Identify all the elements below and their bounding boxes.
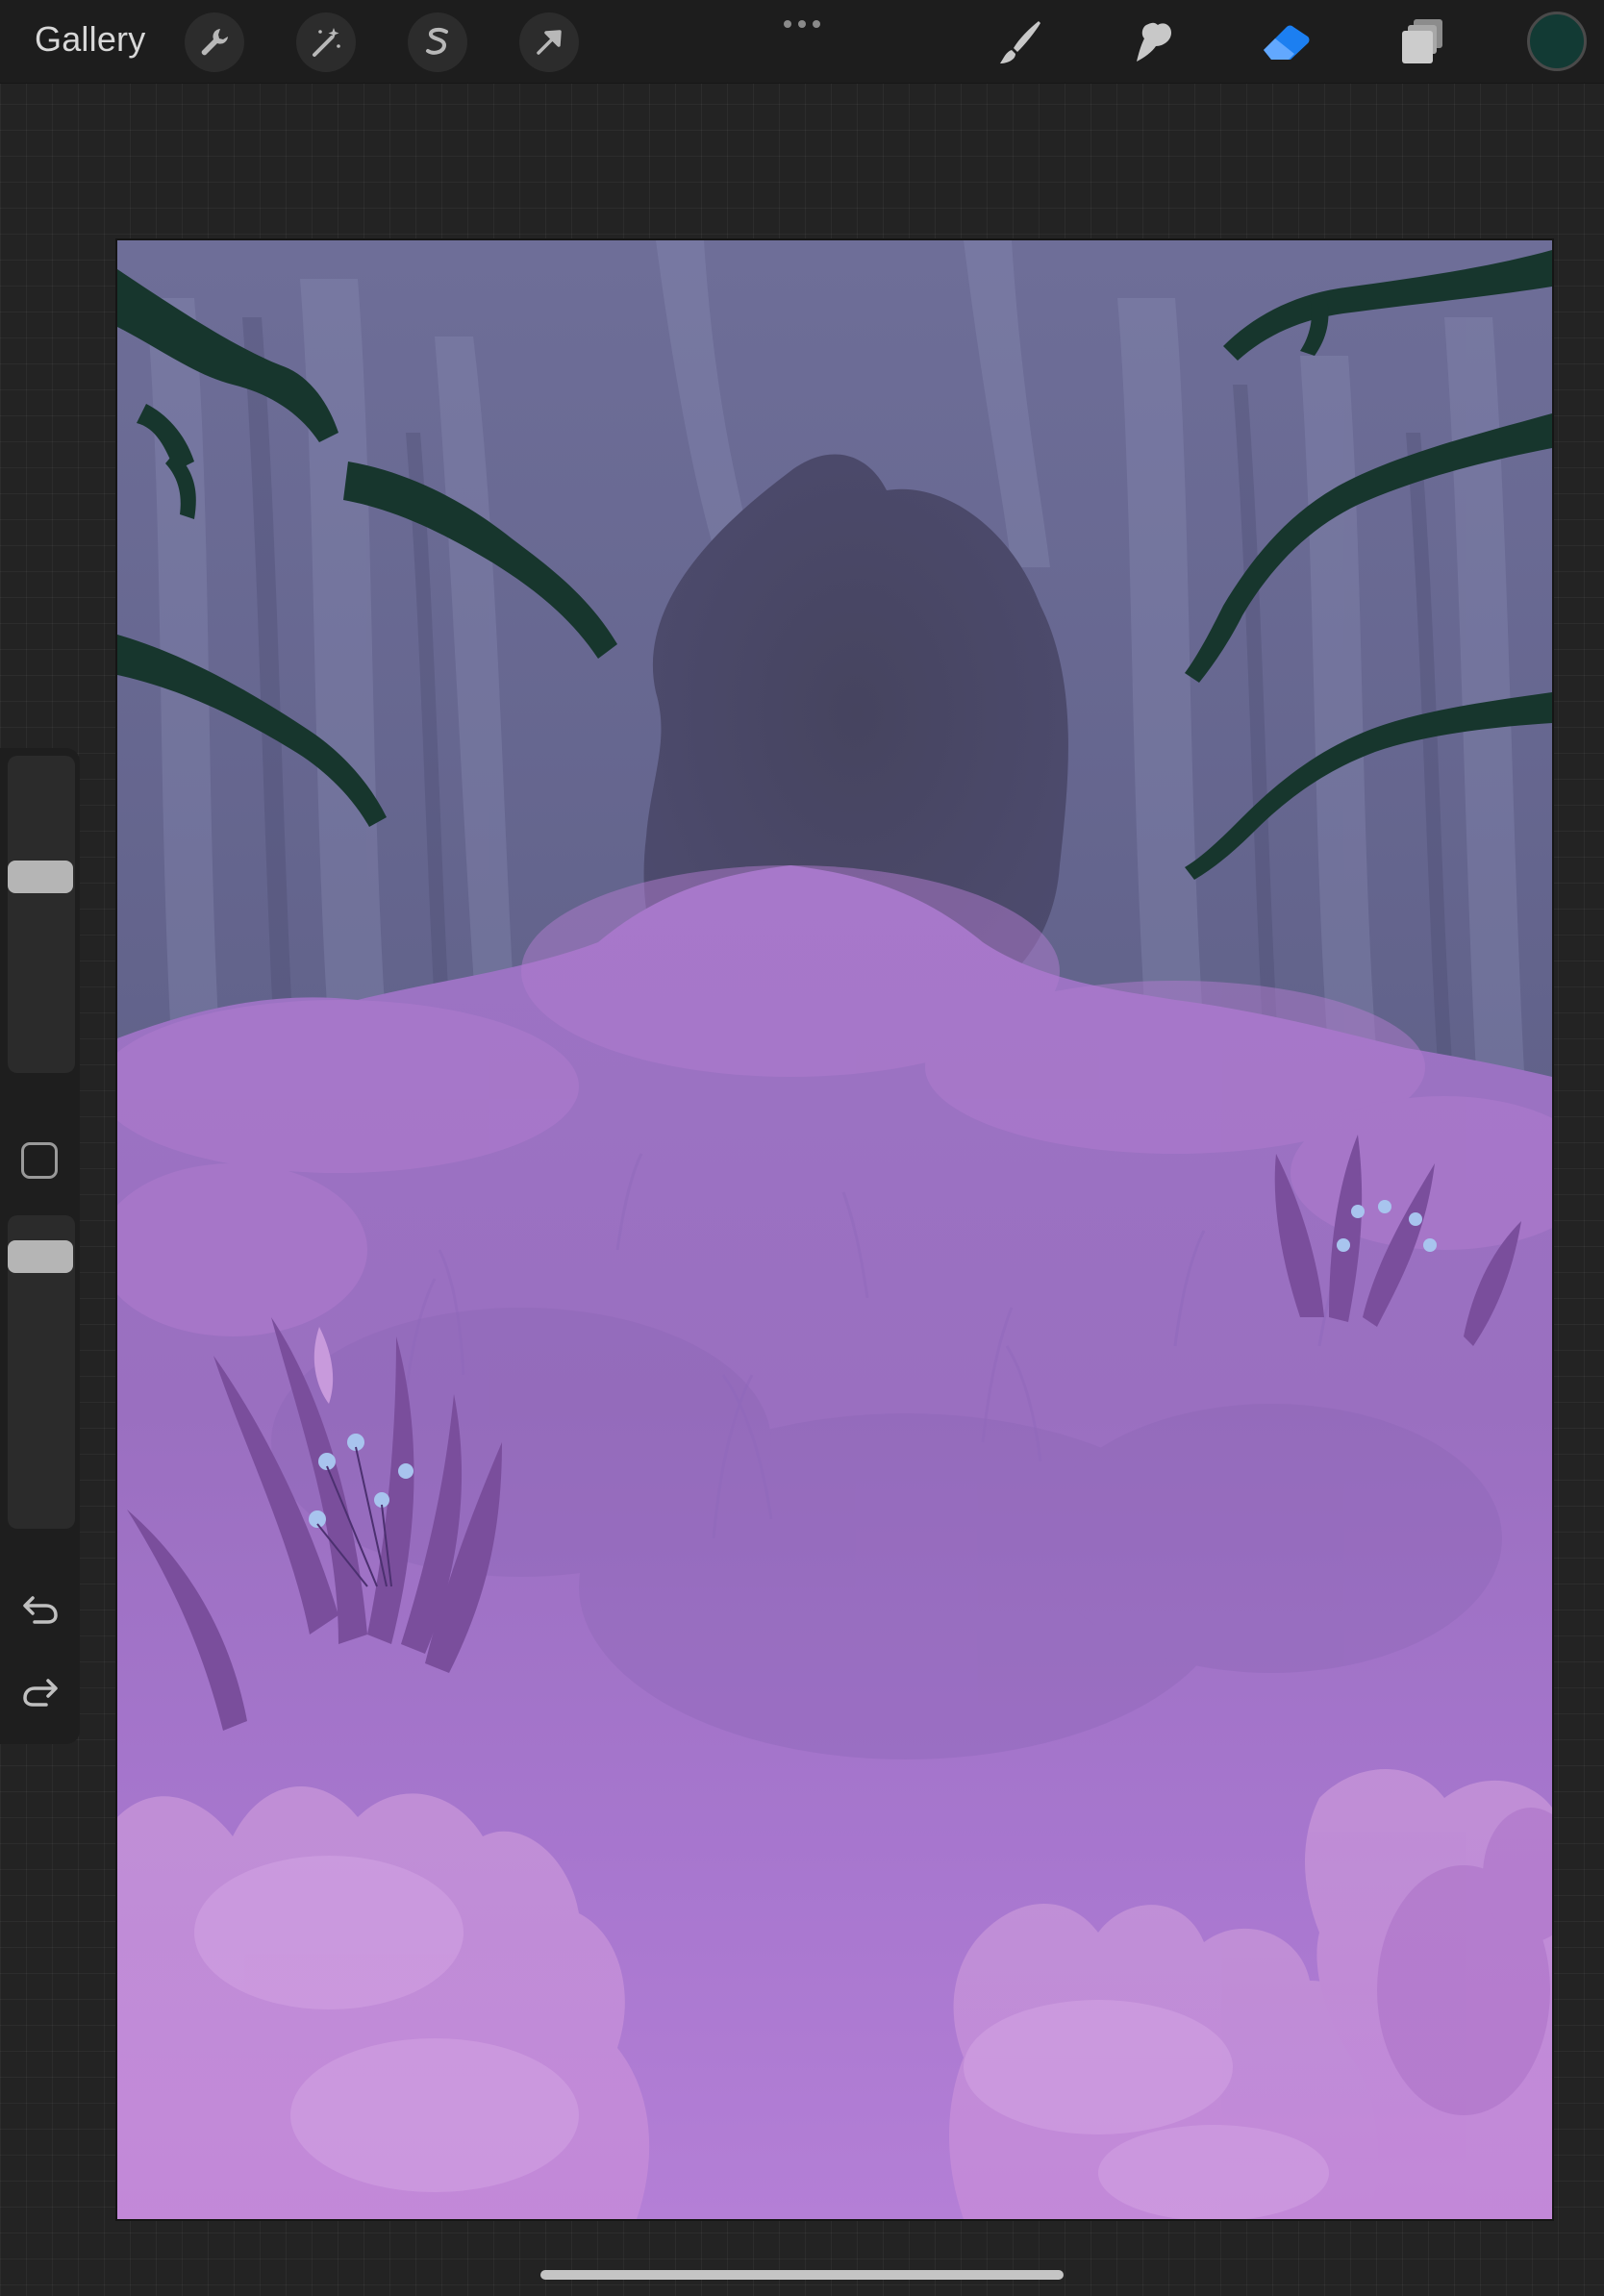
actions-button[interactable]: [185, 12, 244, 72]
paint-tool-button[interactable]: [989, 12, 1050, 72]
layers-icon: [1402, 19, 1442, 63]
gallery-button[interactable]: Gallery: [35, 19, 145, 60]
brush-size-slider[interactable]: [8, 756, 75, 1073]
transform-button[interactable]: [519, 12, 579, 72]
redo-icon[interactable]: [21, 1673, 60, 1708]
undo-icon[interactable]: [21, 1590, 60, 1625]
modify-button[interactable]: [21, 1142, 58, 1179]
color-picker-button[interactable]: [1527, 12, 1587, 71]
magic-wand-icon: [313, 28, 340, 57]
smudge-tool-button[interactable]: [1123, 12, 1185, 72]
ellipsis-icon[interactable]: [783, 18, 821, 30]
left-sidebar: [0, 748, 80, 1744]
move-arrow-icon: [537, 30, 562, 55]
adjustments-button[interactable]: [296, 12, 356, 72]
eraser-icon: [1264, 25, 1310, 60]
artwork: [117, 240, 1552, 2219]
top-toolbar: Gallery: [0, 0, 1604, 84]
eraser-tool-button[interactable]: [1256, 12, 1317, 72]
smudge-icon: [1137, 22, 1171, 62]
selection-button[interactable]: [408, 12, 467, 72]
brush-size-thumb[interactable]: [8, 861, 73, 893]
wrench-icon: [201, 29, 228, 56]
brush-icon: [1000, 21, 1040, 63]
home-indicator[interactable]: [540, 2270, 1064, 2280]
layers-button[interactable]: [1392, 12, 1454, 72]
opacity-thumb[interactable]: [8, 1240, 73, 1273]
selection-s-icon: [426, 27, 448, 55]
drawing-canvas[interactable]: [117, 240, 1552, 2219]
